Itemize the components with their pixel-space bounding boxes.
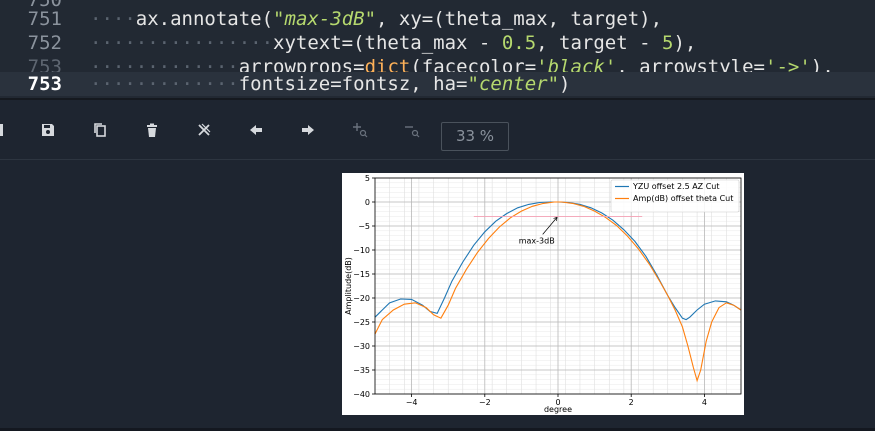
y-tick-label: −30 <box>353 342 370 351</box>
y-tick-label: −15 <box>353 270 370 279</box>
x-tick-label: 4 <box>702 398 707 407</box>
x-tick-label: −2 <box>479 398 491 407</box>
y-tick-label: −25 <box>353 318 370 327</box>
zoom-in-icon <box>353 123 368 138</box>
close-all-icon <box>198 123 211 136</box>
code-line[interactable]: 751 ····ax.annotate("max-3dB", xy=(theta… <box>0 7 875 31</box>
annotation-label: max-3dB <box>519 236 555 245</box>
code-text: ·············fontsize=fontsz, ha="center… <box>90 73 571 95</box>
arrow-left-icon <box>250 125 262 135</box>
line-number: 752 <box>27 32 62 54</box>
back-icon <box>0 124 3 136</box>
next-plot-button[interactable] <box>296 118 320 142</box>
y-tick-label: −20 <box>353 294 370 303</box>
zoom-out-button[interactable] <box>400 118 424 142</box>
line-number: 753 <box>27 73 62 95</box>
y-tick-label: −40 <box>353 390 370 399</box>
code-text: ····ax.annotate("max-3dB", xy=(theta_max… <box>90 8 663 30</box>
trash-icon <box>147 123 157 137</box>
zoom-in-button[interactable] <box>348 118 372 142</box>
y-tick-label: 0 <box>365 198 370 207</box>
y-axis-label: Amplitude(dB) <box>344 257 353 315</box>
delete-button[interactable] <box>140 118 164 142</box>
code-line[interactable]: 752 ················xytext=(theta_max - … <box>0 31 875 55</box>
previous-plot-button[interactable] <box>244 118 268 142</box>
code-text: ················xytext=(theta_max - 0.5,… <box>90 32 697 54</box>
zoom-level-field[interactable]: 33 % <box>441 122 509 151</box>
x-tick-label: 2 <box>629 398 634 407</box>
line-chart: −4 −2 0 2 450−5−10−15−20−25−30−35−40degreeAm… <box>344 174 742 414</box>
close-all-button[interactable] <box>192 118 216 142</box>
line-number: 751 <box>27 8 62 30</box>
code-line-current[interactable]: 753 ·············fontsize=fontsz, ha="ce… <box>0 72 875 96</box>
copy-icon <box>94 123 106 137</box>
legend-entry: YZU offset 2.5 AZ Cut <box>632 182 720 191</box>
y-tick-label: 5 <box>365 174 370 183</box>
code-editor[interactable]: 750 751 ····ax.annotate("max-3dB", xy=(t… <box>0 0 875 98</box>
copy-button[interactable] <box>88 118 112 142</box>
x-tick-label: −4 <box>406 398 418 407</box>
plots-toolbar <box>0 100 875 160</box>
y-tick-label: −35 <box>353 366 370 375</box>
x-axis-label: degree <box>544 405 572 414</box>
legend-entry: Amp(dB) offset theta Cut <box>633 194 733 203</box>
y-tick-label: −5 <box>358 222 370 231</box>
back-button[interactable] <box>0 118 10 142</box>
arrow-right-icon <box>302 125 314 135</box>
zoom-out-icon <box>405 126 420 138</box>
y-tick-label: −10 <box>353 246 370 255</box>
save-icon <box>42 124 54 136</box>
plot-figure: −4 −2 0 2 4 5 0 −5 −10 −15 −20 −25 −30 −35 −40 degree Am… <box>342 173 744 415</box>
save-button[interactable] <box>36 118 60 142</box>
